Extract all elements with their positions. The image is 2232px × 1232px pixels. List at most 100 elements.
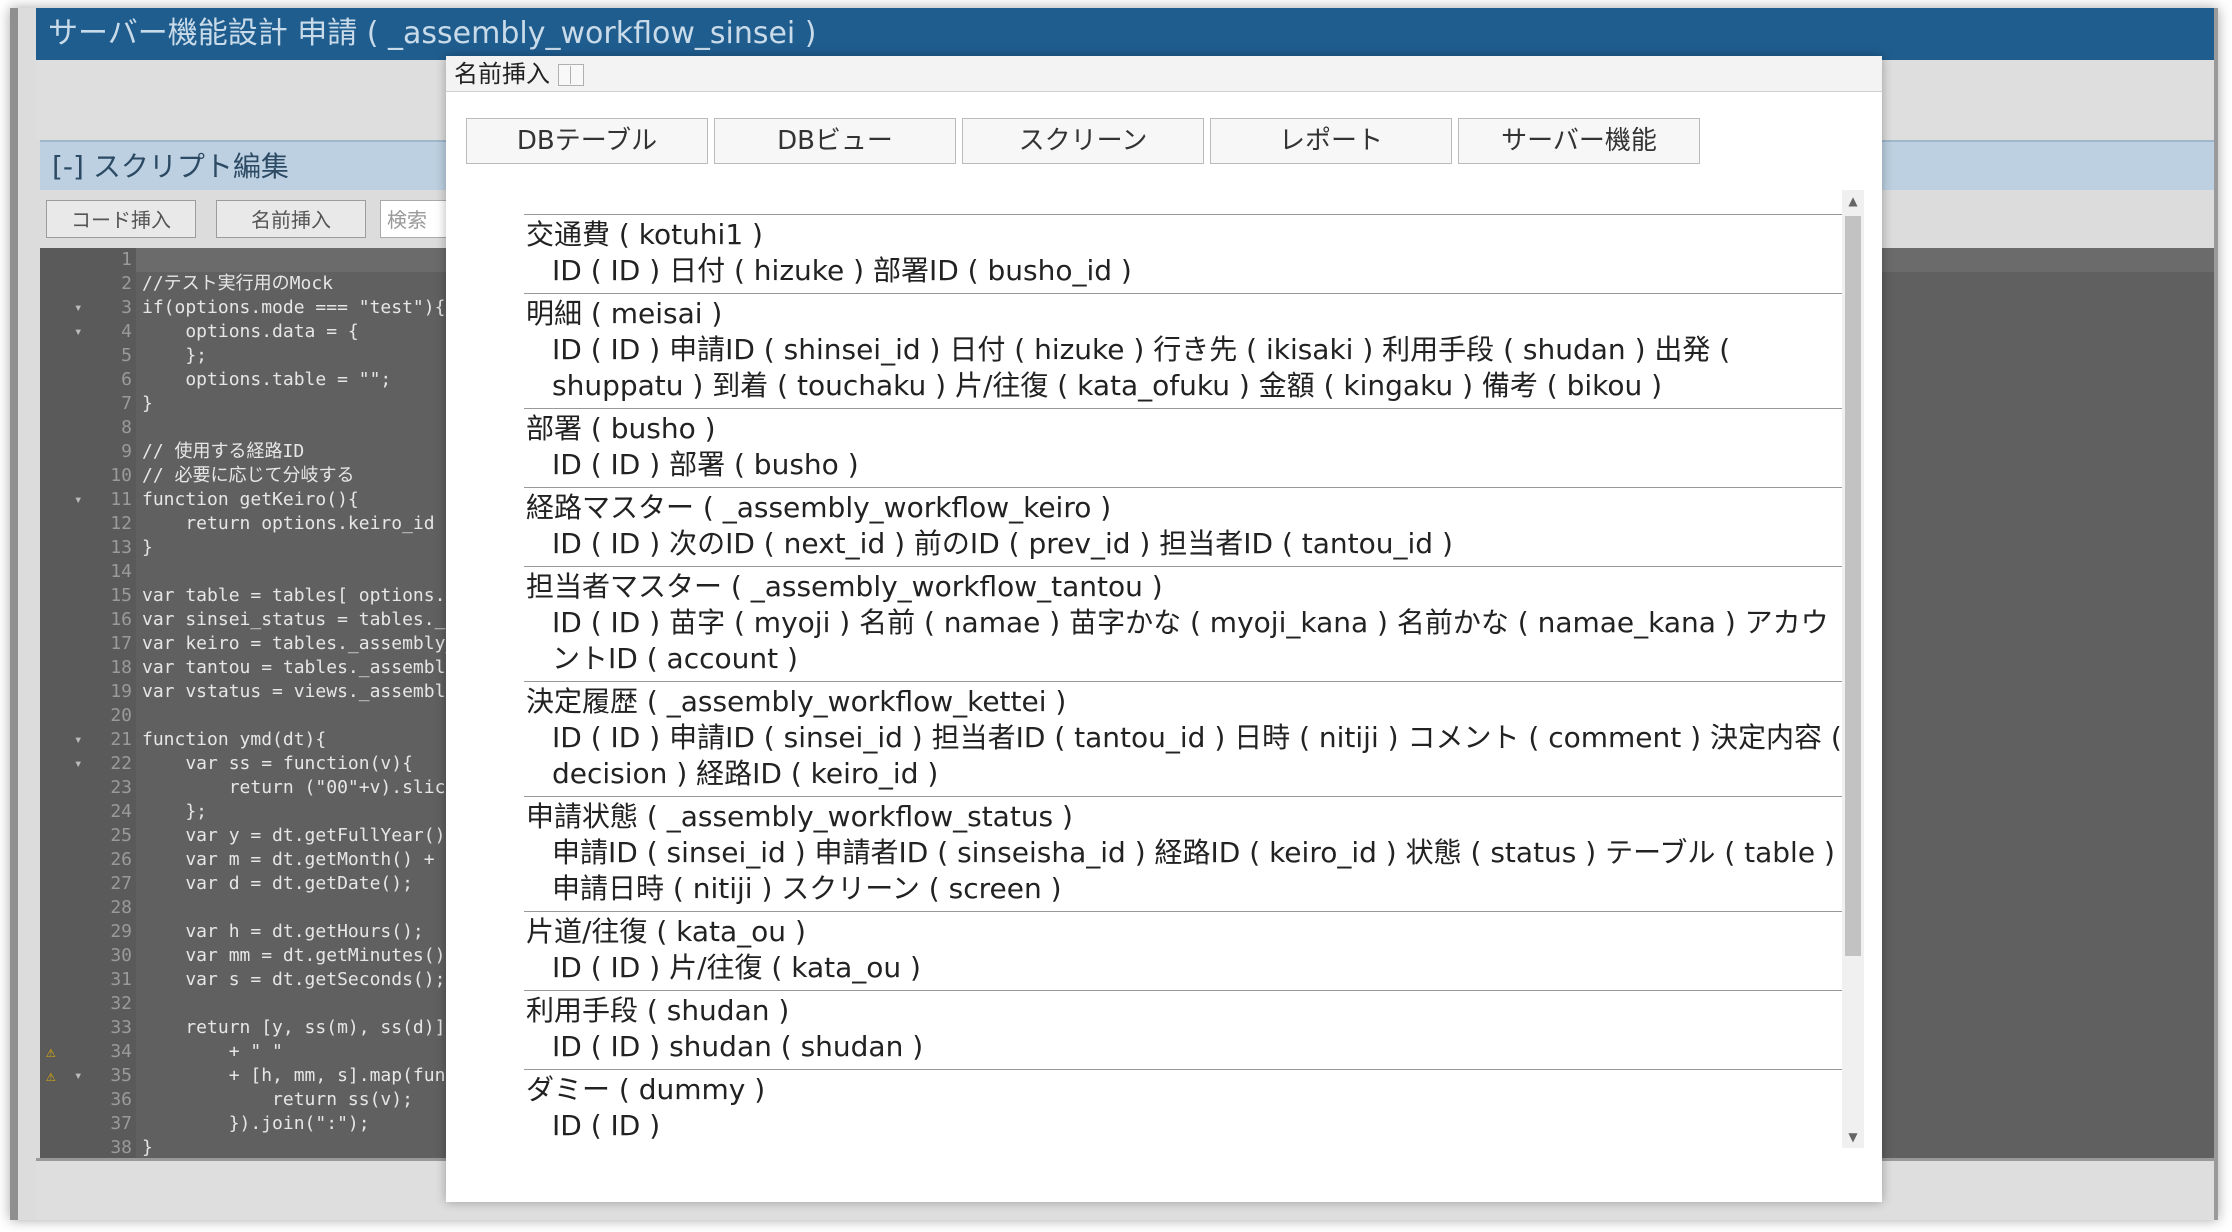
table-name-link[interactable]: 決定履歴 ( _assembly_workflow_kettei ) xyxy=(524,684,1842,720)
code-insert-button[interactable]: コード挿入 xyxy=(46,200,196,238)
fold-toggle-icon[interactable]: ▾ xyxy=(74,488,82,512)
line-number: 29 xyxy=(110,921,132,942)
code-text[interactable]: var vstatus = views._assembly_ xyxy=(142,680,467,704)
code-text[interactable]: return options.keiro_id || xyxy=(142,512,467,536)
dialog-titlebar[interactable]: 名前挿入 xyxy=(446,56,1882,92)
fold-toggle-icon[interactable]: ▾ xyxy=(74,1064,82,1088)
code-text[interactable]: + [h, mm, s].map(funct xyxy=(142,1064,467,1088)
code-text[interactable]: var tantou = tables._assembly_ xyxy=(142,656,467,680)
table-list: 交通費 ( kotuhi1 ) ID ( ID ) 日付 ( hizuke ) 部… xyxy=(524,214,1842,1166)
code-text[interactable]: var ss = function(v){ xyxy=(142,752,413,776)
code-text[interactable]: return ("00"+v).slice( xyxy=(142,776,467,800)
code-text[interactable]: var d = dt.getDate(); xyxy=(142,872,413,896)
table-name-link[interactable]: 片道/往復 ( kata_ou ) xyxy=(524,914,1842,950)
table-entry: 決定履歴 ( _assembly_workflow_kettei ) ID ( I… xyxy=(524,681,1842,796)
table-name-link[interactable]: 明細 ( meisai ) xyxy=(524,296,1842,332)
line-number: 6 xyxy=(121,369,132,390)
line-number: 13 xyxy=(110,537,132,558)
code-text[interactable]: if(options.mode === "test"){ xyxy=(142,296,445,320)
table-entry: 片道/往復 ( kata_ou ) ID ( ID ) 片/往復 ( kata_o… xyxy=(524,911,1842,990)
code-text[interactable]: var keiro = tables._assembly_w xyxy=(142,632,467,656)
code-text[interactable]: } xyxy=(142,1136,153,1158)
code-text[interactable]: return [y, ss(m), ss(d)].j xyxy=(142,1016,467,1040)
code-text[interactable]: options.data = { xyxy=(142,320,358,344)
code-text[interactable]: return ss(v); xyxy=(142,1088,413,1112)
table-name-link[interactable]: 担当者マスター ( _assembly_workflow_tantou ) xyxy=(524,569,1842,605)
scroll-up-icon[interactable]: ▲ xyxy=(1842,190,1864,212)
list-scrollbar[interactable]: ▲ ▼ xyxy=(1842,190,1864,1148)
name-insert-dialog: 名前挿入 DBテーブル DBビュー スクリーン レポート サーバー機能 交通費 … xyxy=(446,56,1882,1202)
table-name-link[interactable]: 申請状態 ( _assembly_workflow_status ) xyxy=(524,799,1842,835)
line-number: 15 xyxy=(110,585,132,606)
code-text[interactable]: var mm = dt.getMinutes(); xyxy=(142,944,456,968)
scroll-down-icon[interactable]: ▼ xyxy=(1842,1126,1864,1148)
code-text[interactable]: }).join(":"); xyxy=(142,1112,370,1136)
line-number: 19 xyxy=(110,681,132,702)
line-number: 22 xyxy=(110,753,132,774)
tab-report[interactable]: レポート xyxy=(1210,118,1452,164)
tab-db-table[interactable]: DBテーブル xyxy=(466,118,708,164)
column-list[interactable]: ID ( ID ) 申請ID ( sinsei_id ) 担当者ID ( tan… xyxy=(524,720,1842,792)
fold-toggle-icon[interactable]: ▾ xyxy=(74,296,82,320)
code-text[interactable]: var y = dt.getFullYear(); xyxy=(142,824,456,848)
table-entry: 経路マスター ( _assembly_workflow_keiro ) ID ( … xyxy=(524,487,1842,566)
column-list[interactable]: ID ( ID ) shudan ( shudan ) xyxy=(524,1029,1842,1065)
line-number: 26 xyxy=(110,849,132,870)
column-list[interactable]: ID ( ID ) 申請ID ( shinsei_id ) 日付 ( hizuk… xyxy=(524,332,1842,404)
code-text[interactable]: var s = dt.getSeconds(); xyxy=(142,968,445,992)
code-text[interactable]: var m = dt.getMonth() + 1; xyxy=(142,848,467,872)
table-entry: 交通費 ( kotuhi1 ) ID ( ID ) 日付 ( hizuke ) 部… xyxy=(524,214,1842,293)
fold-toggle-icon[interactable]: ▾ xyxy=(74,752,82,776)
column-list[interactable]: 申請ID ( sinsei_id ) 申請者ID ( sinseisha_id … xyxy=(524,835,1842,907)
code-text[interactable]: var sinsei_status = tables._as xyxy=(142,608,467,632)
table-name-link[interactable]: 利用手段 ( shudan ) xyxy=(524,993,1842,1029)
line-number: 25 xyxy=(110,825,132,846)
tab-screen[interactable]: スクリーン xyxy=(962,118,1204,164)
column-list[interactable]: ID ( ID ) 次のID ( next_id ) 前のID ( prev_i… xyxy=(524,526,1842,562)
code-text[interactable]: } xyxy=(142,392,153,416)
code-text[interactable]: + " " xyxy=(142,1040,283,1064)
fold-toggle-icon[interactable]: ▾ xyxy=(74,320,82,344)
line-number: 2 xyxy=(121,273,132,294)
code-text[interactable]: function ymd(dt){ xyxy=(142,728,326,752)
line-number: 16 xyxy=(110,609,132,630)
column-list[interactable]: ID ( ID ) xyxy=(524,1108,1842,1144)
table-name-link[interactable]: 部署 ( busho ) xyxy=(524,411,1842,447)
line-number: 21 xyxy=(110,729,132,750)
fold-toggle-icon[interactable]: ▾ xyxy=(74,728,82,752)
line-number: 35 xyxy=(110,1065,132,1086)
column-list[interactable]: ID ( ID ) 日付 ( hizuke ) 部署ID ( busho_id … xyxy=(524,253,1842,289)
line-number: 3 xyxy=(121,297,132,318)
line-number: 24 xyxy=(110,801,132,822)
code-text[interactable]: // 必要に応じて分岐する xyxy=(142,464,355,488)
warning-icon: ⚠ xyxy=(46,1042,56,1061)
column-list[interactable]: ID ( ID ) 苗字 ( myoji ) 名前 ( namae ) 苗字かな… xyxy=(524,605,1842,677)
code-text[interactable]: }; xyxy=(142,344,207,368)
line-number: 30 xyxy=(110,945,132,966)
code-text[interactable]: } xyxy=(142,536,153,560)
table-name-link[interactable]: ダミー ( dummy ) xyxy=(524,1072,1842,1108)
code-text[interactable]: var h = dt.getHours(); xyxy=(142,920,423,944)
line-number: 20 xyxy=(110,705,132,726)
editor-toolbar: コード挿入 名前挿入 検索 xyxy=(40,192,500,242)
table-name-link[interactable]: 経路マスター ( _assembly_workflow_keiro ) xyxy=(524,490,1842,526)
code-text[interactable]: }; xyxy=(142,800,207,824)
line-number: 37 xyxy=(110,1113,132,1134)
tab-server-function[interactable]: サーバー機能 xyxy=(1458,118,1700,164)
line-number: 10 xyxy=(110,465,132,486)
code-text[interactable]: function getKeiro(){ xyxy=(142,488,359,512)
code-text[interactable]: //テスト実行用のMock xyxy=(142,272,333,296)
line-number: 36 xyxy=(110,1089,132,1110)
column-list[interactable]: ID ( ID ) 片/往復 ( kata_ou ) xyxy=(524,950,1842,986)
column-list[interactable]: ID ( ID ) 部署 ( busho ) xyxy=(524,447,1842,483)
line-number: 14 xyxy=(110,561,132,582)
scroll-thumb[interactable] xyxy=(1845,216,1861,956)
code-text[interactable]: var table = tables[ options.ta xyxy=(142,584,467,608)
code-text[interactable]: // 使用する経路ID xyxy=(142,440,304,464)
line-number: 7 xyxy=(121,393,132,414)
table-name-link[interactable]: 交通費 ( kotuhi1 ) xyxy=(524,217,1842,253)
name-insert-button[interactable]: 名前挿入 xyxy=(216,200,366,238)
tab-db-view[interactable]: DBビュー xyxy=(714,118,956,164)
line-number: 5 xyxy=(121,345,132,366)
code-text[interactable]: options.table = ""; xyxy=(142,368,391,392)
